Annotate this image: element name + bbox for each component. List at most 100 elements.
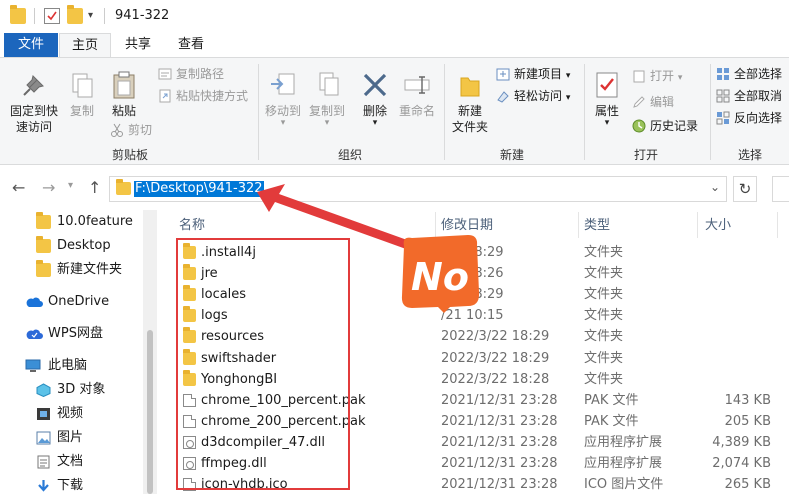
column-header-name[interactable]: 名称	[179, 214, 205, 233]
easy-access-icon	[496, 89, 510, 103]
file-date: 2021/12/31 23:28	[441, 392, 558, 408]
file-size: 2,074 KB	[712, 456, 771, 471]
navigation-pane: 10.0feature Desktop 新建文件夹 OneDrive WPS网盘…	[0, 210, 157, 494]
group-label-new: 新建	[499, 148, 524, 162]
file-type: 文件夹	[584, 245, 624, 260]
file-type: 文件夹	[584, 350, 624, 366]
file-date: 2022/3/22 18:29	[441, 329, 550, 345]
copy-button[interactable]: 复制	[64, 70, 100, 119]
address-history-chevron-icon[interactable]: ⌄	[710, 180, 720, 194]
group-label-organize: 组织	[337, 148, 362, 162]
onedrive-cloud-icon	[25, 295, 43, 309]
edit-button[interactable]: 编辑	[632, 94, 674, 112]
new-folder-quick-icon[interactable]	[67, 5, 83, 24]
nav-scrollbar-thumb[interactable]	[147, 330, 153, 494]
forward-arrow-icon[interactable]: →	[42, 178, 55, 197]
folder-icon	[36, 260, 51, 277]
tab-share[interactable]: 共享	[112, 33, 164, 57]
3d-cube-icon	[36, 383, 51, 398]
file-size: 4,389 KB	[712, 434, 771, 450]
file-type: PAK 文件	[584, 392, 639, 408]
column-header-type[interactable]: 类型	[584, 214, 610, 233]
select-all-button[interactable]: 全部选择	[716, 66, 782, 84]
cut-button[interactable]: 剪切	[110, 122, 152, 140]
group-label-open: 打开	[633, 148, 658, 162]
group-label-select: 选择	[737, 148, 762, 162]
pin-quick-access-button[interactable]: 固定到快 速访问	[6, 70, 62, 135]
ribbon-tabs: 文件 主页 共享 查看	[0, 33, 789, 57]
file-size: 265 KB	[724, 477, 771, 493]
paste-shortcut-button[interactable]: 粘贴快捷方式	[158, 88, 248, 106]
documents-icon	[36, 455, 51, 469]
new-item-icon	[496, 67, 510, 81]
column-header-size[interactable]: 大小	[705, 214, 731, 233]
new-folder-button[interactable]: 新建 文件夹	[448, 70, 492, 135]
properties-icon	[592, 70, 622, 100]
properties-button[interactable]: 属性 ▾	[588, 70, 626, 128]
file-date: 2021/12/31 23:28	[441, 413, 558, 429]
computer-icon	[25, 359, 41, 373]
rename-icon	[402, 70, 432, 100]
folder-icon	[36, 236, 51, 253]
copy-path-icon	[158, 67, 172, 81]
address-path-input[interactable]: F:\Desktop\941-322	[134, 181, 264, 197]
file-type: ICO 图片文件	[584, 477, 664, 493]
open-button[interactable]: 打开 ▾	[632, 68, 682, 86]
download-arrow-icon	[36, 479, 51, 493]
copy-to-button[interactable]: 复制到 ▾	[306, 70, 348, 128]
file-date: 2022/3/22 18:28	[441, 371, 550, 387]
move-to-button[interactable]: 移动到 ▾	[262, 70, 304, 128]
copy-icon	[67, 70, 97, 100]
new-folder-icon	[455, 70, 485, 100]
sticker-text: No	[411, 255, 469, 299]
ribbon: 固定到快 速访问 复制 粘贴 复制路径 粘贴快捷方式 剪切 剪贴板 移动到 ▾ …	[0, 57, 789, 165]
new-item-button[interactable]: 新建项目 ▾	[496, 66, 570, 84]
properties-quick-icon[interactable]	[44, 8, 60, 24]
wps-cloud-icon	[25, 327, 43, 341]
pin-icon	[19, 70, 49, 100]
tab-file[interactable]: 文件	[4, 33, 58, 57]
history-button[interactable]: 历史记录	[632, 118, 698, 136]
window-title: 941-322	[115, 8, 170, 23]
no-sticker-badge: No	[401, 235, 480, 313]
copy-path-button[interactable]: 复制路径	[158, 66, 224, 84]
file-size: 205 KB	[724, 413, 771, 429]
file-date: 2021/12/31 23:28	[441, 477, 558, 493]
file-size: 143 KB	[724, 392, 771, 408]
history-clock-icon	[632, 119, 646, 133]
title-bar: ▾ 941-322	[0, 0, 789, 32]
delete-button[interactable]: 删除 ▾	[356, 70, 394, 128]
search-input[interactable]	[772, 176, 789, 202]
file-type: 文件夹	[584, 329, 624, 345]
rename-button[interactable]: 重命名	[396, 70, 438, 119]
up-arrow-icon[interactable]: ↑	[88, 178, 101, 197]
move-to-icon	[268, 70, 298, 100]
invert-selection-button[interactable]: 反向选择	[716, 110, 782, 128]
file-type: 文件夹	[584, 371, 624, 387]
easy-access-button[interactable]: 轻松访问 ▾	[496, 88, 570, 106]
column-header-date[interactable]: 修改日期	[441, 214, 493, 233]
pictures-icon	[36, 431, 51, 445]
file-date: 2021/12/31 23:28	[441, 434, 558, 450]
scissors-icon	[110, 123, 124, 137]
paste-button[interactable]: 粘贴	[104, 70, 144, 119]
file-type: 应用程序扩展	[584, 456, 663, 471]
paste-icon	[109, 70, 139, 100]
explorer-window: ▾ 941-322 文件 主页 共享 查看 固定到快 速访问 复制 粘贴 复制路…	[0, 0, 789, 494]
tab-home[interactable]: 主页	[59, 33, 111, 57]
file-type: PAK 文件	[584, 413, 639, 429]
back-arrow-icon[interactable]: ←	[12, 178, 25, 197]
recent-locations-chevron-icon[interactable]: ▾	[68, 180, 73, 191]
file-type: 文件夹	[584, 287, 624, 303]
refresh-icon[interactable]: ↻	[733, 176, 757, 202]
tab-view[interactable]: 查看	[165, 33, 217, 57]
invert-selection-icon	[716, 111, 730, 125]
folder-icon	[36, 212, 51, 229]
select-none-button[interactable]: 全部取消	[716, 88, 782, 106]
file-type: 文件夹	[584, 266, 624, 282]
select-none-icon	[716, 89, 730, 103]
file-type: 文件夹	[584, 308, 624, 324]
customize-quick-access-icon[interactable]: ▾	[88, 10, 104, 26]
video-icon	[36, 407, 51, 421]
file-date: 2021/12/31 23:28	[441, 456, 558, 471]
